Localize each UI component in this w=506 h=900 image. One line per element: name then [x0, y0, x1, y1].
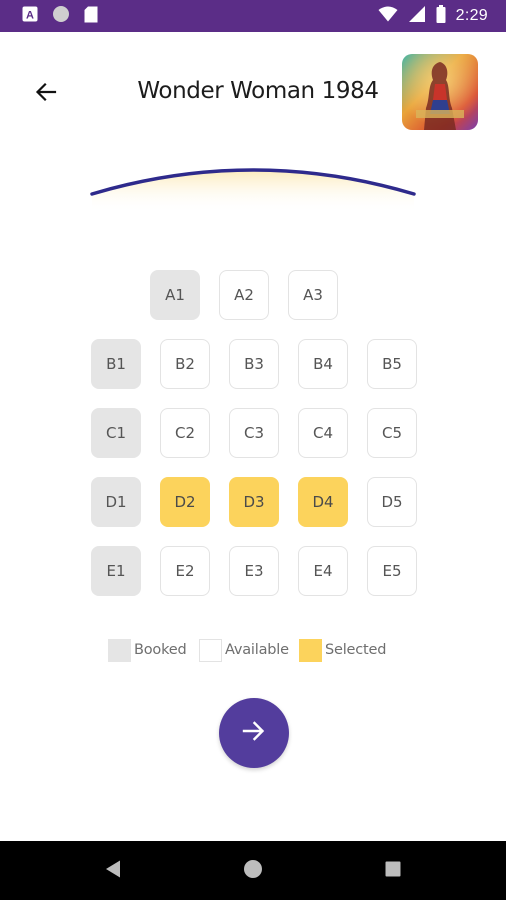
legend-available: Available	[199, 638, 289, 662]
seat-a3[interactable]: A3	[288, 270, 338, 320]
nav-recents-button[interactable]	[381, 859, 405, 883]
seat-b2[interactable]: B2	[160, 339, 210, 389]
status-bar: A 2:29	[0, 0, 506, 32]
app-a-icon: A	[22, 6, 38, 26]
legend-selected-label: Selected	[325, 642, 387, 658]
seat-a1[interactable]: A1	[150, 270, 200, 320]
booked-swatch	[108, 638, 131, 662]
seat-c3[interactable]: C3	[229, 408, 279, 458]
seat-d5[interactable]: D5	[367, 477, 417, 527]
seat-c5[interactable]: C5	[367, 408, 417, 458]
navigation-bar	[0, 841, 506, 900]
seat-d4[interactable]: D4	[298, 477, 348, 527]
seat-e4[interactable]: E4	[298, 546, 348, 596]
seat-b1[interactable]: B1	[91, 339, 141, 389]
seat-e5[interactable]: E5	[367, 546, 417, 596]
screen-indicator	[84, 156, 422, 212]
poster-image	[402, 54, 478, 130]
wifi-icon	[378, 6, 398, 26]
seat-a2[interactable]: A2	[219, 270, 269, 320]
status-time: 2:29	[455, 7, 488, 24]
seat-c4[interactable]: C4	[298, 408, 348, 458]
nav-home-button[interactable]	[241, 859, 265, 883]
legend-available-label: Available	[225, 642, 289, 658]
seat-d3[interactable]: D3	[229, 477, 279, 527]
sd-card-icon	[84, 6, 98, 27]
seat-d2[interactable]: D2	[160, 477, 210, 527]
arrow-right-icon	[242, 720, 266, 746]
legend-booked: Booked	[108, 638, 187, 662]
legend-booked-label: Booked	[134, 642, 187, 658]
recents-square-icon	[384, 860, 402, 882]
back-button[interactable]	[26, 74, 66, 114]
selected-swatch	[299, 638, 322, 662]
seat-b5[interactable]: B5	[367, 339, 417, 389]
next-button[interactable]	[219, 698, 289, 768]
seat-c2[interactable]: C2	[160, 408, 210, 458]
battery-icon	[436, 5, 446, 27]
signal-icon	[408, 5, 426, 27]
back-triangle-icon	[104, 859, 122, 883]
circle-icon	[52, 5, 70, 27]
seat-e1[interactable]: E1	[91, 546, 141, 596]
home-circle-icon	[243, 859, 263, 883]
seat-c1[interactable]: C1	[91, 408, 141, 458]
seat-b3[interactable]: B3	[229, 339, 279, 389]
available-swatch	[199, 638, 222, 662]
seat-b4[interactable]: B4	[298, 339, 348, 389]
seat-e3[interactable]: E3	[229, 546, 279, 596]
movie-title: Wonder Woman 1984	[137, 78, 379, 104]
svg-text:A: A	[26, 10, 34, 22]
legend-selected: Selected	[299, 638, 386, 662]
arrow-left-icon	[35, 82, 57, 106]
seat-e2[interactable]: E2	[160, 546, 210, 596]
nav-back-button[interactable]	[101, 859, 125, 883]
seat-d1[interactable]: D1	[91, 477, 141, 527]
